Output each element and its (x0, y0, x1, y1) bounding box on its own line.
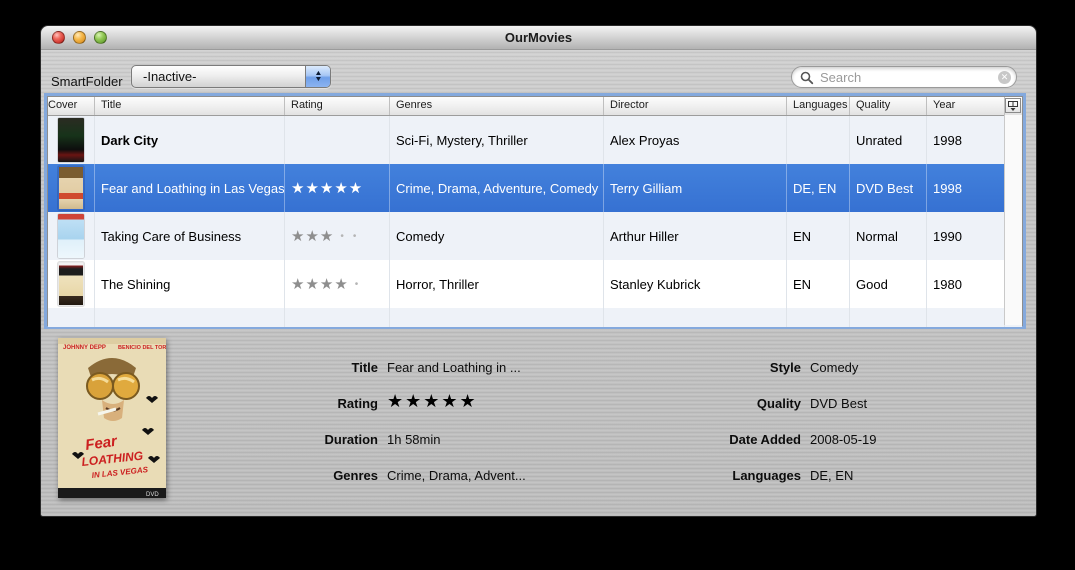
detail-style-value: Comedy (810, 359, 859, 375)
smartfolder-value: -Inactive- (143, 69, 197, 84)
detail-duration-value: 1h 58min (387, 431, 441, 447)
movie-title: Fear and Loathing in Las Vegas (95, 164, 285, 212)
table-row[interactable]: Taking Care of Business ★★★ •• Comedy Art… (48, 212, 1022, 260)
movie-genres: Crime, Drama, Adventure, Comedy (390, 164, 604, 212)
movie-genres: Sci-Fi, Mystery, Thriller (390, 116, 604, 164)
detail-label: Title (351, 359, 379, 375)
movie-title: Taking Care of Business (95, 212, 285, 260)
smartfolder-label: SmartFolder (51, 74, 123, 89)
movie-year: 1998 (927, 116, 1005, 164)
column-header-director[interactable]: Director (604, 97, 787, 115)
search-icon (800, 71, 814, 85)
table-row-selected[interactable]: Fear and Loathing in Las Vegas ★★★★★ Cri… (48, 164, 1022, 212)
table-row[interactable]: Dark City Sci-Fi, Mystery, Thriller Alex… (48, 116, 1022, 164)
movie-title: Dark City (95, 116, 285, 164)
popup-stepper-icon: ▲ ▼ (305, 66, 330, 87)
details-left-column: Title Fear and Loathing in ... Rating ★★★★… (218, 349, 526, 493)
search-field[interactable]: ✕ (791, 66, 1017, 88)
detail-title-value: Fear and Loathing in ... (387, 359, 521, 375)
movie-director: Terry Gilliam (604, 164, 787, 212)
movie-languages: EN (787, 260, 850, 308)
detail-dateadded-value: 2008-05-19 (810, 431, 877, 447)
svg-text:BENICIO DEL TORO: BENICIO DEL TORO (118, 345, 166, 351)
column-header-cover[interactable]: Cover (48, 97, 95, 115)
movie-director: Alex Proyas (604, 116, 787, 164)
details-right-column: Style Comedy Quality DVD Best Date Added 20… (641, 349, 877, 493)
table-filler-row (48, 308, 1022, 327)
vertical-scrollbar[interactable] (1004, 115, 1022, 325)
detail-quality-value: DVD Best (810, 395, 868, 411)
movie-year: 1998 (927, 164, 1005, 212)
detail-label: Date Added (729, 431, 801, 447)
movie-genres: Horror, Thriller (390, 260, 604, 308)
movie-quality: Unrated (850, 116, 927, 164)
detail-label: Style (769, 359, 801, 375)
column-header-title[interactable]: Title (95, 97, 285, 115)
rating-stars: ★★★★ (291, 276, 349, 293)
app-window: OurMovies SmartFolder -Inactive- ▲▼ ✕ Co… (40, 25, 1037, 517)
column-options-icon[interactable] (1005, 98, 1021, 113)
movie-director: Arthur Hiller (604, 212, 787, 260)
cover-thumbnail (58, 262, 84, 306)
column-header-genres[interactable]: Genres (390, 97, 604, 115)
movie-languages: EN (787, 212, 850, 260)
column-header-rating[interactable]: Rating (285, 97, 390, 115)
search-input[interactable] (818, 69, 982, 86)
rating-stars: ★★★★★ (291, 180, 364, 197)
movie-languages: DE, EN (787, 164, 850, 212)
movie-year: 1980 (927, 260, 1005, 308)
movie-title: The Shining (95, 260, 285, 308)
cover-thumbnail (58, 214, 84, 258)
movie-table: Cover Title Rating Genres Director Langu… (47, 96, 1023, 327)
clear-search-icon[interactable]: ✕ (998, 71, 1011, 84)
movie-languages (787, 116, 850, 164)
table-row[interactable]: The Shining ★★★★ • Horror, Thriller Stanl… (48, 260, 1022, 308)
column-header-languages[interactable]: Languages (787, 97, 850, 115)
detail-label: Languages (732, 467, 801, 483)
movie-quality: DVD Best (850, 164, 927, 212)
cover-thumbnail (58, 118, 84, 162)
window-title: OurMovies (504, 30, 573, 45)
detail-genres-value: Crime, Drama, Advent... (387, 467, 526, 483)
cover-thumbnail (58, 166, 84, 210)
svg-text:DVD: DVD (146, 492, 159, 498)
smartfolder-popup[interactable]: -Inactive- ▲ ▼ (131, 65, 331, 88)
table-header: Cover Title Rating Genres Director Langu… (48, 97, 1022, 116)
title-bar[interactable]: OurMovies (41, 26, 1036, 50)
svg-text:JOHNNY DEPP: JOHNNY DEPP (63, 345, 106, 351)
movie-quality: Normal (850, 212, 927, 260)
movie-quality: Good (850, 260, 927, 308)
column-header-year[interactable]: Year (927, 97, 1005, 115)
column-header-quality[interactable]: Quality (850, 97, 927, 115)
detail-label: Genres (333, 467, 378, 483)
movie-year: 1990 (927, 212, 1005, 260)
detail-rating-value: ★★★★★ (387, 391, 478, 411)
detail-label: Rating (337, 395, 378, 411)
movie-director: Stanley Kubrick (604, 260, 787, 308)
detail-languages-value: DE, EN (810, 467, 854, 483)
detail-label: Duration (324, 431, 378, 447)
movie-poster: JOHNNY DEPP BENICIO DEL TORO Fear LOATHI… (58, 338, 166, 498)
detail-label: Quality (756, 395, 801, 411)
rating-stars: ★★★ (291, 228, 335, 245)
movie-genres: Comedy (390, 212, 604, 260)
